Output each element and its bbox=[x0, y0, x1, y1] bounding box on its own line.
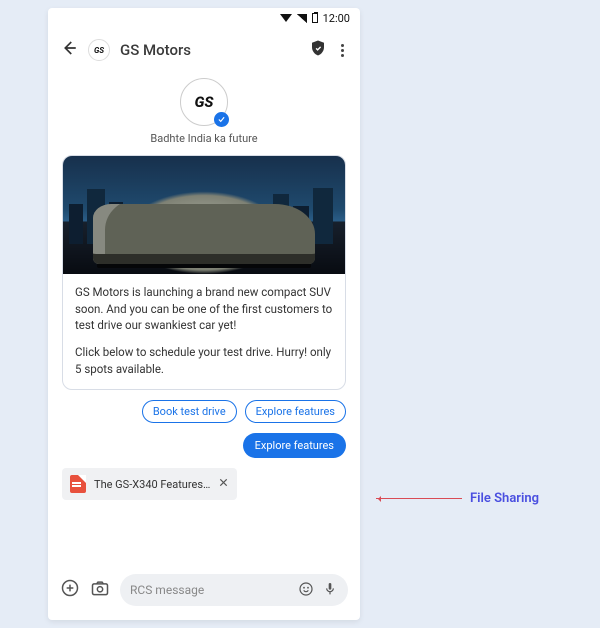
chat-body[interactable]: GS Motors is launching a brand new compa… bbox=[48, 155, 360, 564]
file-attachment[interactable]: The GS-X340 Features… bbox=[62, 468, 237, 500]
sent-row: Explore features bbox=[62, 433, 346, 458]
card-text: GS Motors is launching a brand new compa… bbox=[63, 274, 345, 389]
status-bar: 12:00 bbox=[48, 8, 360, 28]
wifi-icon bbox=[280, 14, 292, 22]
signal-icon bbox=[297, 14, 307, 23]
back-button[interactable] bbox=[60, 39, 78, 61]
suggestion-chip-row: Book test drive Explore features bbox=[62, 400, 346, 423]
header-avatar: GS bbox=[88, 39, 110, 61]
more-menu-button[interactable] bbox=[337, 44, 348, 57]
message-input[interactable]: RCS message bbox=[120, 574, 348, 606]
profile-logo-text: GS bbox=[195, 93, 214, 111]
rich-card: GS Motors is launching a brand new compa… bbox=[62, 155, 346, 390]
sent-message: Explore features bbox=[243, 433, 346, 458]
composer: RCS message bbox=[48, 564, 360, 620]
battery-icon bbox=[312, 13, 318, 23]
verified-shield-icon[interactable] bbox=[309, 39, 327, 61]
profile-avatar: GS bbox=[180, 78, 228, 126]
annotation: File Sharing bbox=[376, 491, 539, 506]
pdf-icon bbox=[70, 475, 86, 493]
business-profile: GS Badhte India ka future bbox=[48, 72, 360, 155]
phone-frame: 12:00 GS GS Motors GS Badhte India ka fu… bbox=[48, 8, 360, 620]
voice-button[interactable] bbox=[322, 581, 338, 600]
file-name: The GS-X340 Features… bbox=[94, 478, 210, 491]
remove-file-button[interactable] bbox=[218, 477, 229, 491]
status-time: 12:00 bbox=[323, 12, 350, 25]
card-paragraph-2: Click below to schedule your test drive.… bbox=[75, 344, 333, 377]
camera-button[interactable] bbox=[90, 578, 110, 602]
file-row: The GS-X340 Features… bbox=[62, 468, 346, 500]
add-button[interactable] bbox=[60, 578, 80, 602]
verified-badge-icon bbox=[214, 112, 229, 127]
explore-features-chip[interactable]: Explore features bbox=[245, 400, 346, 423]
card-paragraph-1: GS Motors is launching a brand new compa… bbox=[75, 284, 333, 334]
annotation-label: File Sharing bbox=[470, 491, 539, 506]
message-placeholder: RCS message bbox=[130, 583, 290, 597]
annotation-arrow-icon bbox=[376, 498, 462, 499]
card-hero-image bbox=[63, 156, 345, 274]
book-test-drive-chip[interactable]: Book test drive bbox=[142, 400, 237, 423]
profile-tagline: Badhte India ka future bbox=[48, 132, 360, 145]
emoji-button[interactable] bbox=[298, 581, 314, 600]
app-header: GS GS Motors bbox=[48, 28, 360, 72]
page-title: GS Motors bbox=[120, 41, 299, 59]
